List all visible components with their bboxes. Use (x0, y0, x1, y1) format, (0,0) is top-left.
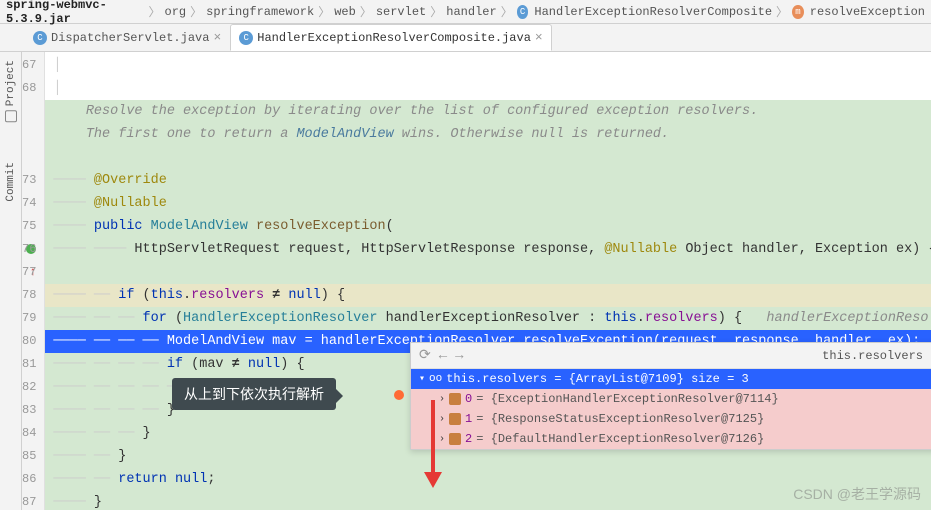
code-line: │ (45, 77, 931, 100)
line-gutter: 67 68 73 74 75 ↑ 76 77 78 79 80 81 82 83… (22, 52, 45, 510)
editor-tabs: C DispatcherServlet.java × C HandlerExce… (0, 24, 931, 52)
line-number[interactable]: 80 (22, 330, 36, 353)
line-number[interactable]: 84 (22, 422, 36, 445)
tab-file[interactable]: C HandlerExceptionResolverComposite.java… (230, 24, 551, 51)
code-line: ──── @Nullable (45, 192, 931, 215)
breadcrumb-part[interactable]: handler (446, 5, 496, 19)
code-line: │ (45, 54, 931, 77)
breadcrumb-method[interactable]: resolveException (810, 5, 925, 19)
chevron-right-icon: 〉 (776, 3, 788, 20)
line-number[interactable]: 68 (22, 77, 36, 100)
line-number[interactable]: 75 ↑ (22, 215, 36, 238)
line-number[interactable]: 74 (22, 192, 36, 215)
code-line (45, 261, 931, 284)
code-line (45, 146, 931, 169)
code-line: ──── public ModelAndView resolveExceptio… (45, 215, 931, 238)
breadcrumb-part[interactable]: servlet (376, 5, 426, 19)
chevron-right-icon: 〉 (501, 3, 513, 20)
arrow-down-icon (418, 400, 448, 490)
watch-icon: oo (429, 373, 442, 385)
line-number[interactable]: 82 (22, 376, 36, 399)
code-line: The first one to return a ModelAndView w… (45, 123, 931, 146)
annotation-dot-icon (394, 390, 404, 400)
back-icon[interactable]: ← (439, 348, 447, 364)
line-number[interactable]: 87 (22, 491, 36, 510)
breadcrumb-class[interactable]: HandlerExceptionResolverComposite (534, 5, 772, 19)
annotation-callout: 从上到下依次执行解析 (172, 378, 336, 410)
line-number[interactable]: 81 (22, 353, 36, 376)
code-line: Resolve the exception by iterating over … (45, 100, 931, 123)
breadcrumb: spring-webmvc-5.3.9.jar 〉 org 〉 springfr… (0, 0, 931, 24)
debug-popup-header: ⟳ ← → this.resolvers (411, 343, 931, 369)
commit-tool-button[interactable]: Commit (5, 162, 17, 202)
project-icon (5, 110, 17, 122)
line-number[interactable]: 83 (22, 399, 36, 422)
chevron-right-icon: 〉 (190, 3, 202, 20)
line-number (22, 123, 36, 146)
line-number[interactable]: 86 (22, 468, 36, 491)
line-number[interactable]: 77 (22, 261, 36, 284)
breadcrumb-part[interactable]: web (334, 5, 356, 19)
line-number[interactable]: 73 (22, 169, 36, 192)
history-icon[interactable]: ⟳ (419, 347, 431, 364)
class-icon: C (33, 31, 47, 45)
line-number[interactable]: 76 (22, 238, 36, 261)
field-icon (449, 393, 461, 405)
class-icon: C (517, 5, 529, 19)
debug-popup-title: this.resolvers (472, 349, 931, 363)
breadcrumb-part[interactable]: springframework (206, 5, 314, 19)
tab-label: HandlerExceptionResolverComposite.java (257, 31, 531, 45)
chevron-right-icon: 〉 (430, 3, 442, 20)
breadcrumb-jar[interactable]: spring-webmvc-5.3.9.jar (6, 0, 145, 26)
tool-window-bar: Project Commit (0, 52, 22, 510)
debug-tree-root[interactable]: ▾ oo this.resolvers = {ArrayList@7109} s… (411, 369, 931, 389)
line-number (22, 146, 36, 169)
line-number[interactable]: 78 (22, 284, 36, 307)
line-number[interactable]: 79 (22, 307, 36, 330)
line-number (22, 100, 36, 123)
code-line: ──── ── ── for (HandlerExceptionResolver… (45, 307, 931, 330)
debug-tree-item[interactable]: › 2 = {DefaultHandlerExceptionResolver@7… (411, 429, 931, 449)
field-icon (449, 413, 461, 425)
chevron-down-icon[interactable]: ▾ (419, 373, 425, 385)
code-line: ──── @Override (45, 169, 931, 192)
code-line: ──── ── if (this.resolvers ≠ null) { (45, 284, 931, 307)
field-icon (449, 433, 461, 445)
chevron-right-icon: 〉 (360, 3, 372, 20)
forward-icon[interactable]: → (455, 348, 463, 364)
breadcrumb-part[interactable]: org (165, 5, 187, 19)
debug-tree-item[interactable]: › 1 = {ResponseStatusExceptionResolver@7… (411, 409, 931, 429)
chevron-right-icon: 〉 (318, 3, 330, 20)
method-icon: m (792, 5, 804, 19)
close-icon[interactable]: × (213, 30, 221, 45)
code-line: ──── ──── HttpServletRequest request, Ht… (45, 238, 931, 261)
line-number[interactable]: 85 (22, 445, 36, 468)
watermark: CSDN @老王学源码 (793, 484, 921, 504)
debug-tree[interactable]: ▾ oo this.resolvers = {ArrayList@7109} s… (411, 369, 931, 449)
tab-label: DispatcherServlet.java (51, 31, 209, 45)
class-icon: C (239, 31, 253, 45)
debug-evaluate-popup[interactable]: ⟳ ← → this.resolvers ▾ oo this.resolvers… (410, 342, 931, 450)
code-editor[interactable]: 67 68 73 74 75 ↑ 76 77 78 79 80 81 82 83… (22, 52, 931, 510)
tab-file[interactable]: C DispatcherServlet.java × (24, 24, 230, 51)
line-number[interactable]: 67 (22, 54, 36, 77)
chevron-right-icon: 〉 (149, 3, 161, 20)
project-tool-button[interactable]: Project (5, 60, 17, 122)
debug-tree-item[interactable]: › 0 = {ExceptionHandlerExceptionResolver… (411, 389, 931, 409)
close-icon[interactable]: × (535, 30, 543, 45)
